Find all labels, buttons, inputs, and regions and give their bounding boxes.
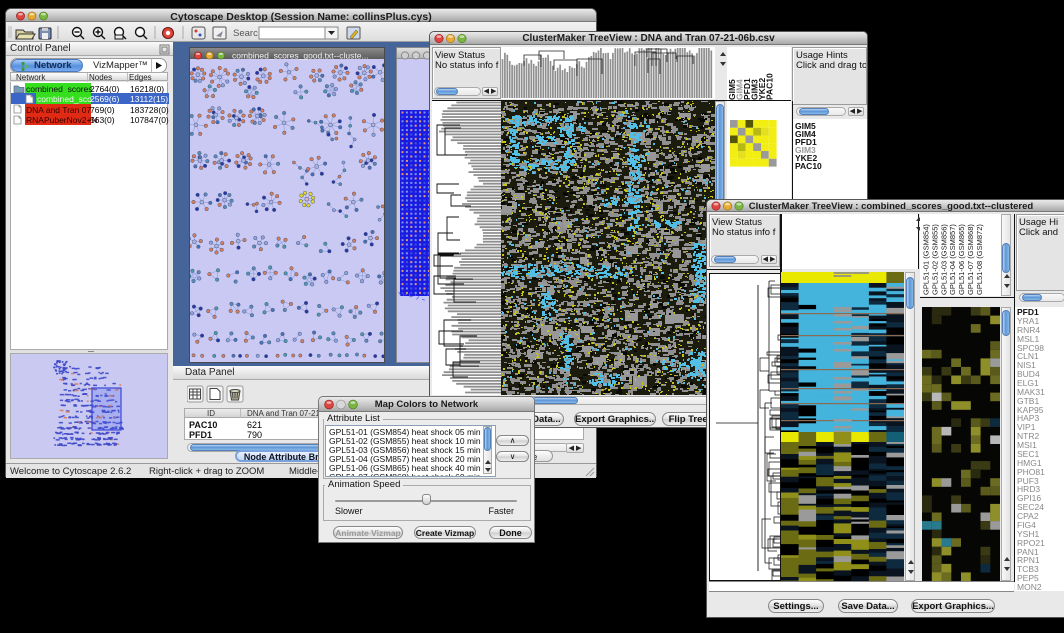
- svg-text:GPL51-07 (GSM868): GPL51-07 (GSM868): [966, 224, 975, 295]
- svg-text:PAC10: PAC10: [765, 73, 775, 100]
- svg-text:GPL51-03 (GSM856): GPL51-03 (GSM856): [939, 224, 948, 295]
- svg-text:GPL51-01 (GSM854): GPL51-01 (GSM854): [922, 224, 931, 295]
- svg-text:GPL51-04 (GSM857): GPL51-04 (GSM857): [948, 224, 957, 295]
- svg-text:GPL51-02 (GSM855): GPL51-02 (GSM855): [930, 224, 939, 295]
- svg-text:GPL51-06 (GSM865): GPL51-06 (GSM865): [957, 224, 966, 295]
- svg-text:GPL51-08 (GSM872): GPL51-08 (GSM872): [975, 224, 984, 295]
